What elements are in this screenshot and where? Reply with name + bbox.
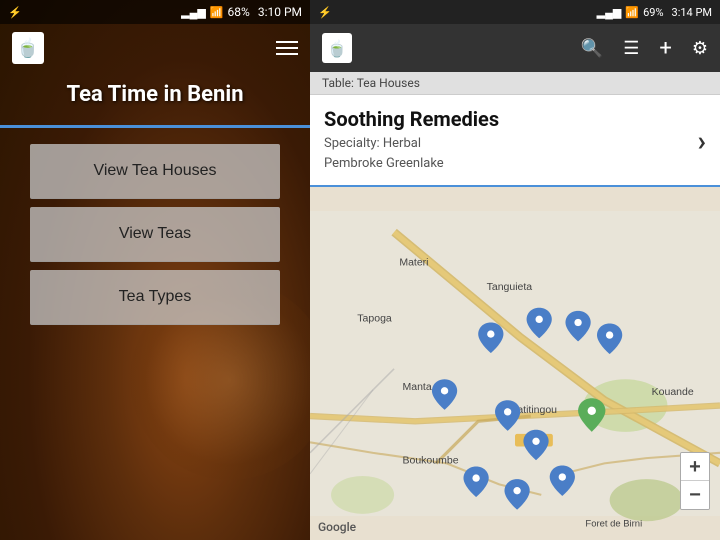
app-icon-right: 🍵 [322,33,352,63]
list-icon[interactable]: ☰ [623,38,639,59]
map-zoom-controls: + − [680,452,710,510]
table-label: Table: Tea Houses [310,72,720,95]
divider-line [0,125,310,128]
svg-text:Tapoga: Tapoga [357,312,392,324]
app-title: Tea Time in Benin [0,72,310,125]
zoom-in-button[interactable]: + [681,453,709,481]
time-left: 3:10 PM [258,5,302,19]
settings-icon[interactable]: ⚙ [692,38,708,59]
left-status-bar: ⚡ ▂▄▆ 📶 68% 3:10 PM [0,0,310,24]
svg-text:Foret de Birni: Foret de Birni [585,518,642,529]
tea-house-info: Soothing Remedies Specialty: Herbal Pemb… [324,107,499,173]
right-panel: ⚡ ▂▄▆ 📶 69% 3:14 PM 🍵 🔍 ☰ + ⚙ Table: Tea… [310,0,720,540]
battery-right: 69% [643,6,663,19]
wifi-icon: 📶 [210,6,224,19]
signal-icon: ▂▄▆ [181,6,206,19]
left-panel: ⚡ ▂▄▆ 📶 68% 3:10 PM 🍵 Tea Time in Benin … [0,0,310,540]
tea-house-specialty: Specialty: Herbal [324,134,499,154]
chevron-right-icon[interactable]: › [698,124,706,157]
usb-icon-right: ⚡ [318,6,332,19]
svg-text:Boukoumbe: Boukoumbe [403,454,459,466]
signal-icon-right: ▂▄▆ [597,6,622,19]
menu-buttons: View Tea Houses View Teas Tea Types [0,144,310,333]
status-right-right-panel: ▂▄▆ 📶 69% 3:14 PM [597,6,712,19]
hamburger-menu-icon[interactable] [276,41,298,55]
time-right: 3:14 PM [672,6,712,19]
right-toolbar: 🍵 🔍 ☰ + ⚙ [310,24,720,72]
app-icon-left: 🍵 [12,32,44,64]
search-icon[interactable]: 🔍 [581,38,603,59]
right-status-bar: ⚡ ▂▄▆ 📶 69% 3:14 PM [310,0,720,24]
svg-text:Kouande: Kouande [652,386,694,398]
map-svg: RNIE3 Materi Tanguieta Tapoga Manta Nati… [310,187,720,540]
wifi-icon-right: 📶 [625,6,639,19]
add-icon[interactable]: + [659,36,671,61]
left-header: 🍵 [0,24,310,72]
view-tea-houses-button[interactable]: View Tea Houses [30,144,280,199]
svg-text:Materi: Materi [399,257,428,269]
svg-text:Tanguieta: Tanguieta [487,281,533,293]
tea-types-button[interactable]: Tea Types [30,270,280,325]
zoom-out-button[interactable]: − [681,481,709,509]
battery-level-left: 68% [228,5,250,19]
toolbar-icons: 🔍 ☰ + ⚙ [581,36,708,61]
view-teas-button[interactable]: View Teas [30,207,280,262]
status-left-icons: ⚡ [8,6,22,19]
tea-house-name: Soothing Remedies [324,107,499,131]
tea-house-location: Pembroke Greenlake [324,154,499,174]
map-container[interactable]: RNIE3 Materi Tanguieta Tapoga Manta Nati… [310,187,720,540]
svg-text:Manta: Manta [403,381,432,393]
tea-house-card[interactable]: Soothing Remedies Specialty: Herbal Pemb… [310,95,720,187]
status-right-icons: ▂▄▆ 📶 68% 3:10 PM [181,5,302,19]
usb-icon: ⚡ [8,6,22,19]
status-left-right-panel: ⚡ [318,6,332,19]
google-watermark: Google [318,520,356,534]
